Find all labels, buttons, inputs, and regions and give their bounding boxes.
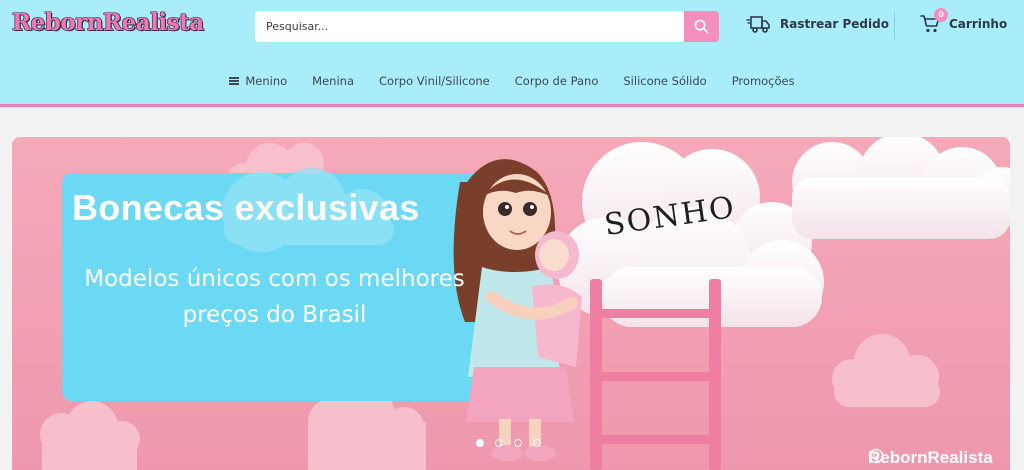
slider-dot[interactable]: [533, 439, 541, 447]
hero-banner[interactable]: Bonecas exclusivas Modelos únicos com os…: [12, 137, 1010, 470]
cart-icon-wrapper: 0: [920, 8, 948, 34]
track-order-link[interactable]: Rastrear Pedido: [746, 14, 889, 34]
banner-watermark: RebornRealista: [868, 448, 993, 468]
site-logo[interactable]: RebornRealista: [12, 9, 204, 36]
hamburger-menu-icon: [229, 77, 240, 85]
header-divider: [894, 12, 895, 40]
main-nav: Menino Menina Corpo Vinil/Silicone Corpo…: [0, 74, 1024, 88]
delivery-truck-icon: [746, 16, 770, 33]
search-bar: [255, 11, 719, 42]
slider-dot[interactable]: [514, 439, 522, 447]
nav-item-label: Corpo de Pano: [514, 74, 599, 88]
search-button[interactable]: [684, 11, 719, 42]
nav-item-label: Menina: [312, 74, 354, 88]
search-input[interactable]: [255, 11, 685, 42]
nav-item-menino[interactable]: Menino: [229, 74, 287, 88]
nav-item-label: Corpo Vinil/Silicone: [379, 74, 490, 88]
cart-link[interactable]: 0 Carrinho: [920, 8, 1008, 34]
nav-item-label: Silicone Sólido: [623, 74, 707, 88]
cart-label: Carrinho: [949, 17, 1008, 31]
slider-dot[interactable]: [495, 439, 503, 447]
search-icon: [694, 19, 709, 34]
slider-pagination: [476, 439, 541, 447]
nav-item-corpo-vinil-silicone[interactable]: Corpo Vinil/Silicone: [379, 74, 490, 88]
nav-item-label: Menino: [245, 74, 288, 88]
hero-subheadline: Modelos únicos com os melhores preços do…: [84, 266, 465, 328]
nav-item-corpo-de-pano[interactable]: Corpo de Pano: [515, 74, 599, 88]
slider-dot[interactable]: [476, 439, 484, 447]
site-header: RebornRealista Rastrear Pedido: [0, 0, 1024, 107]
track-order-label: Rastrear Pedido: [780, 17, 889, 31]
nav-item-label: Promoções: [731, 74, 795, 88]
nav-item-silicone-solido[interactable]: Silicone Sólido: [623, 74, 706, 88]
nav-item-promocoes[interactable]: Promoções: [732, 74, 795, 88]
banner-watermark-text: RebornRealista: [868, 448, 993, 467]
smiley-icon: [868, 448, 884, 464]
hero-headline: Bonecas exclusivas: [72, 187, 420, 228]
nav-item-menina[interactable]: Menina: [312, 74, 354, 88]
cart-count-badge: 0: [934, 8, 948, 22]
